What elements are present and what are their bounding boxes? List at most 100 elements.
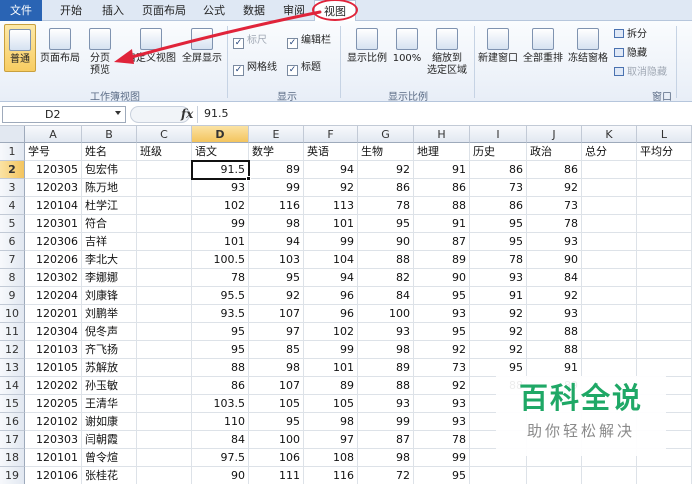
row-header-3[interactable]: 3 — [0, 179, 25, 197]
cell-g14[interactable]: 88 — [358, 377, 414, 395]
cell-e3[interactable]: 99 — [249, 179, 304, 197]
cell-j9[interactable]: 92 — [527, 287, 582, 305]
cell-h18[interactable]: 99 — [414, 449, 470, 467]
fill-handle[interactable] — [246, 176, 251, 181]
column-header-d[interactable]: D — [192, 126, 249, 143]
cell-d2[interactable]: 91.5 — [192, 161, 249, 179]
cell-c19[interactable] — [137, 467, 192, 484]
tab-home[interactable]: 开始 — [52, 0, 90, 21]
cell-d16[interactable]: 110 — [192, 413, 249, 431]
unhide-button[interactable]: 取消隐藏 — [614, 66, 667, 80]
cell-h6[interactable]: 87 — [414, 233, 470, 251]
cell-c14[interactable] — [137, 377, 192, 395]
cell-c16[interactable] — [137, 413, 192, 431]
cell-d9[interactable]: 95.5 — [192, 287, 249, 305]
cell-a14[interactable]: 120202 — [25, 377, 82, 395]
cell-b15[interactable]: 王清华 — [82, 395, 137, 413]
split-button[interactable]: 拆分 — [614, 28, 647, 42]
cell-f18[interactable]: 108 — [304, 449, 358, 467]
cell-j4[interactable]: 73 — [527, 197, 582, 215]
cell-k2[interactable] — [582, 161, 637, 179]
cell-e7[interactable]: 103 — [249, 251, 304, 269]
tab-formulas[interactable]: 公式 — [196, 0, 232, 21]
freeze-panes-button[interactable]: 冻结窗格 — [566, 28, 610, 72]
row-header-15[interactable]: 15 — [0, 395, 25, 413]
cell-l6[interactable] — [637, 233, 692, 251]
row-header-2[interactable]: 2 — [0, 161, 25, 179]
cell-e5[interactable]: 98 — [249, 215, 304, 233]
row-header-1[interactable]: 1 — [0, 143, 25, 161]
cell-e11[interactable]: 97 — [249, 323, 304, 341]
cell-b16[interactable]: 谢如康 — [82, 413, 137, 431]
cell-f7[interactable]: 104 — [304, 251, 358, 269]
column-header-f[interactable]: F — [304, 126, 358, 143]
cell-g11[interactable]: 93 — [358, 323, 414, 341]
cell-c13[interactable] — [137, 359, 192, 377]
cell-b11[interactable]: 倪冬声 — [82, 323, 137, 341]
page-break-preview-button[interactable]: 分页 预览 — [84, 28, 116, 82]
cell-j10[interactable]: 93 — [527, 305, 582, 323]
cell-l2[interactable] — [637, 161, 692, 179]
row-header-17[interactable]: 17 — [0, 431, 25, 449]
cell-c10[interactable] — [137, 305, 192, 323]
cell-b7[interactable]: 李北大 — [82, 251, 137, 269]
formula-bar-checkbox[interactable]: ✓ 编辑栏 — [287, 34, 331, 49]
cell-g4[interactable]: 78 — [358, 197, 414, 215]
cell-k8[interactable] — [582, 269, 637, 287]
cell-d15[interactable]: 103.5 — [192, 395, 249, 413]
row-header-6[interactable]: 6 — [0, 233, 25, 251]
cell-f11[interactable]: 102 — [304, 323, 358, 341]
cell-f8[interactable]: 94 — [304, 269, 358, 287]
cell-j6[interactable]: 93 — [527, 233, 582, 251]
cell-d10[interactable]: 93.5 — [192, 305, 249, 323]
cell-d13[interactable]: 88 — [192, 359, 249, 377]
cell-g6[interactable]: 90 — [358, 233, 414, 251]
row-header-11[interactable]: 11 — [0, 323, 25, 341]
cell-j3[interactable]: 92 — [527, 179, 582, 197]
cell-e18[interactable]: 106 — [249, 449, 304, 467]
cell-k19[interactable] — [582, 467, 637, 484]
cell-f4[interactable]: 113 — [304, 197, 358, 215]
column-header-h[interactable]: H — [414, 126, 470, 143]
cell-b13[interactable]: 苏解放 — [82, 359, 137, 377]
cell-h17[interactable]: 78 — [414, 431, 470, 449]
cell-h11[interactable]: 95 — [414, 323, 470, 341]
tab-insert[interactable]: 插入 — [94, 0, 132, 21]
cell-g7[interactable]: 88 — [358, 251, 414, 269]
normal-view-button[interactable]: 普通 — [4, 24, 36, 72]
cell-i19[interactable] — [470, 467, 527, 484]
cell-d1[interactable]: 语文 — [192, 143, 249, 161]
cell-h16[interactable]: 93 — [414, 413, 470, 431]
cell-f12[interactable]: 99 — [304, 341, 358, 359]
cell-l8[interactable] — [637, 269, 692, 287]
cell-c15[interactable] — [137, 395, 192, 413]
cell-h4[interactable]: 88 — [414, 197, 470, 215]
cell-e15[interactable]: 105 — [249, 395, 304, 413]
row-header-4[interactable]: 4 — [0, 197, 25, 215]
cell-i13[interactable]: 95 — [470, 359, 527, 377]
cell-h3[interactable]: 86 — [414, 179, 470, 197]
cell-c3[interactable] — [137, 179, 192, 197]
cell-l5[interactable] — [637, 215, 692, 233]
tab-review[interactable]: 审阅 — [276, 0, 312, 21]
cell-c9[interactable] — [137, 287, 192, 305]
cell-h5[interactable]: 91 — [414, 215, 470, 233]
cell-d4[interactable]: 102 — [192, 197, 249, 215]
cell-d19[interactable]: 90 — [192, 467, 249, 484]
gridlines-checkbox[interactable]: ✓ 网格线 — [233, 61, 277, 76]
cell-i10[interactable]: 92 — [470, 305, 527, 323]
cell-d5[interactable]: 99 — [192, 215, 249, 233]
tab-data[interactable]: 数据 — [236, 0, 272, 21]
cell-c6[interactable] — [137, 233, 192, 251]
cell-i5[interactable]: 95 — [470, 215, 527, 233]
custom-views-button[interactable]: 自定义视图 — [124, 28, 178, 72]
cell-i6[interactable]: 95 — [470, 233, 527, 251]
row-header-18[interactable]: 18 — [0, 449, 25, 467]
cell-c4[interactable] — [137, 197, 192, 215]
cell-c2[interactable] — [137, 161, 192, 179]
cell-a17[interactable]: 120303 — [25, 431, 82, 449]
zoom-to-selection-button[interactable]: 缩放到 选定区域 — [424, 28, 470, 82]
cell-a6[interactable]: 120306 — [25, 233, 82, 251]
cell-i2[interactable]: 86 — [470, 161, 527, 179]
cell-c17[interactable] — [137, 431, 192, 449]
